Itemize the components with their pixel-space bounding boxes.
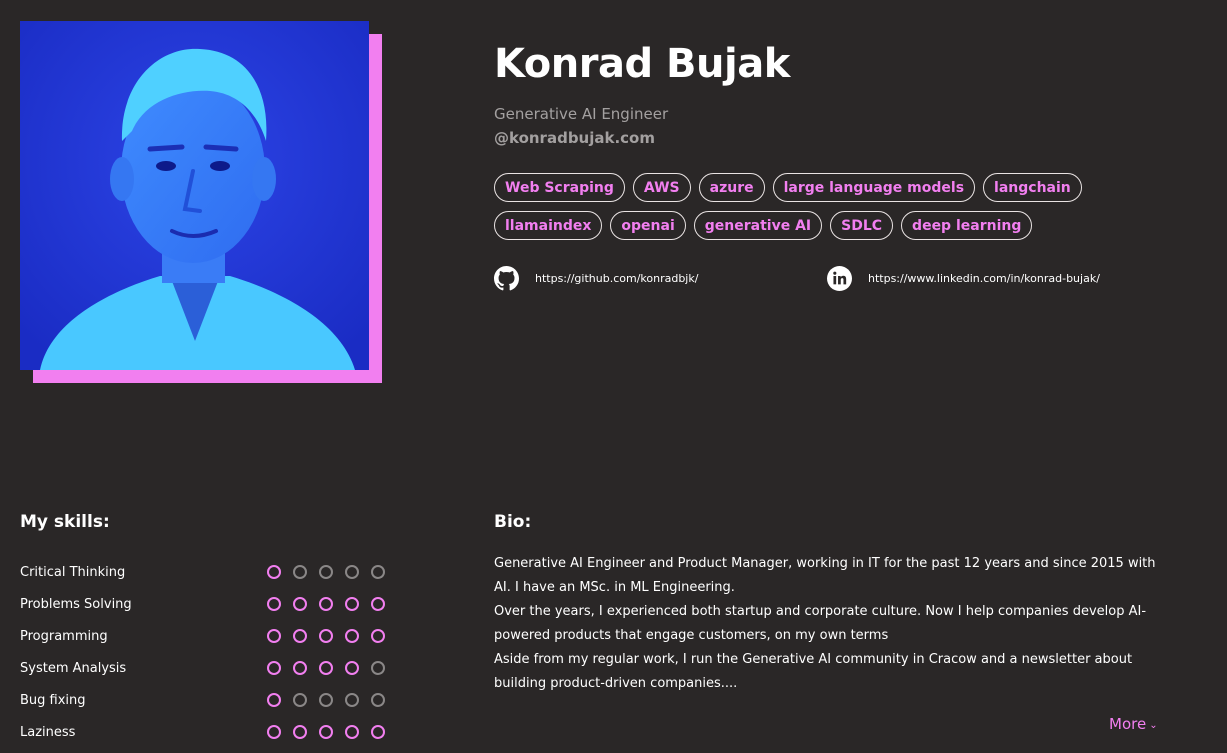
skill-rating xyxy=(267,661,385,675)
skill-rating xyxy=(267,597,385,611)
rating-dot-empty xyxy=(293,693,307,707)
rating-dot-filled xyxy=(267,725,281,739)
more-button[interactable]: More ⌄ xyxy=(1109,713,1158,737)
skill-row: Problems Solving xyxy=(20,588,385,620)
tag-langchain[interactable]: langchain xyxy=(983,173,1082,202)
profile-photo-frame xyxy=(20,21,382,383)
rating-dot-empty xyxy=(293,565,307,579)
rating-dot-filled xyxy=(293,661,307,675)
skills-list: Critical Thinking Problems Solving Program… xyxy=(20,556,385,748)
skill-label: Bug fixing xyxy=(20,692,86,708)
skill-rating xyxy=(267,725,385,739)
skill-rating xyxy=(267,693,385,707)
rating-dot-filled xyxy=(319,725,333,739)
tag-sdlc[interactable]: SDLC xyxy=(830,211,894,240)
rating-dot-filled xyxy=(319,597,333,611)
portrait-image xyxy=(20,21,369,370)
skill-row: Laziness xyxy=(20,716,385,748)
skill-rating xyxy=(267,565,385,579)
tag-azure[interactable]: azure xyxy=(698,173,765,202)
skill-row: System Analysis xyxy=(20,652,385,684)
skill-row: Critical Thinking xyxy=(20,556,385,588)
linkedin-link[interactable]: https://www.linkedin.com/in/konrad-bujak… xyxy=(868,272,1100,285)
rating-dot-filled xyxy=(345,725,359,739)
profile-role: Generative AI Engineer xyxy=(494,105,669,123)
rating-dot-empty xyxy=(319,693,333,707)
tag-aws[interactable]: AWS xyxy=(632,173,691,202)
chevron-down-icon: ⌄ xyxy=(1149,720,1158,731)
rating-dot-filled xyxy=(293,725,307,739)
rating-dot-filled xyxy=(345,629,359,643)
rating-dot-empty xyxy=(345,565,359,579)
bio-paragraph: Aside from my regular work, I run the Ge… xyxy=(494,652,1133,691)
rating-dot-filled xyxy=(267,565,281,579)
skill-label: Programming xyxy=(20,628,108,644)
tag-llamaindex[interactable]: llamaindex xyxy=(494,211,603,240)
rating-dot-filled xyxy=(293,629,307,643)
github-link-row: https://github.com/konradbjk/ xyxy=(494,265,698,291)
bio-text: Generative AI Engineer and Product Manag… xyxy=(494,552,1162,696)
github-link[interactable]: https://github.com/konradbjk/ xyxy=(535,272,698,285)
rating-dot-filled xyxy=(345,597,359,611)
rating-dot-empty xyxy=(371,661,385,675)
tag-openai[interactable]: openai xyxy=(610,211,686,240)
profile-handle: @konradbujak.com xyxy=(494,129,655,147)
tag-deep-learning[interactable]: deep learning xyxy=(901,211,1033,240)
rating-dot-empty xyxy=(371,693,385,707)
bio-title: Bio: xyxy=(494,512,532,532)
linkedin-link-row: https://www.linkedin.com/in/konrad-bujak… xyxy=(827,265,1100,291)
skill-rating xyxy=(267,629,385,643)
rating-dot-empty xyxy=(371,565,385,579)
rating-dot-empty xyxy=(319,565,333,579)
profile-name: Konrad Bujak xyxy=(494,41,790,87)
rating-dot-filled xyxy=(319,629,333,643)
skill-row: Programming xyxy=(20,620,385,652)
more-label: More xyxy=(1109,715,1147,733)
bio-paragraph: Over the years, I experienced both start… xyxy=(494,604,1147,643)
linkedin-icon[interactable] xyxy=(827,265,852,291)
bio-paragraph: Generative AI Engineer and Product Manag… xyxy=(494,556,1156,595)
github-icon[interactable] xyxy=(494,265,519,291)
rating-dot-filled xyxy=(267,693,281,707)
rating-dot-filled xyxy=(293,597,307,611)
rating-dot-filled xyxy=(345,661,359,675)
rating-dot-filled xyxy=(371,725,385,739)
skill-label: Critical Thinking xyxy=(20,564,126,580)
tag-list: Web Scraping AWS azure large language mo… xyxy=(494,173,1114,240)
rating-dot-filled xyxy=(267,661,281,675)
skill-row: Bug fixing xyxy=(20,684,385,716)
tag-large-language-models[interactable]: large language models xyxy=(772,173,976,202)
rating-dot-filled xyxy=(319,661,333,675)
skill-label: Problems Solving xyxy=(20,596,132,612)
skill-label: System Analysis xyxy=(20,660,127,676)
rating-dot-empty xyxy=(345,693,359,707)
tag-web-scraping[interactable]: Web Scraping xyxy=(494,173,625,202)
rating-dot-filled xyxy=(267,597,281,611)
profile-photo xyxy=(20,21,369,370)
skills-title: My skills: xyxy=(20,512,110,532)
rating-dot-filled xyxy=(371,629,385,643)
tag-generative-ai[interactable]: generative AI xyxy=(693,211,823,240)
skill-label: Laziness xyxy=(20,724,76,740)
rating-dot-filled xyxy=(267,629,281,643)
rating-dot-filled xyxy=(371,597,385,611)
